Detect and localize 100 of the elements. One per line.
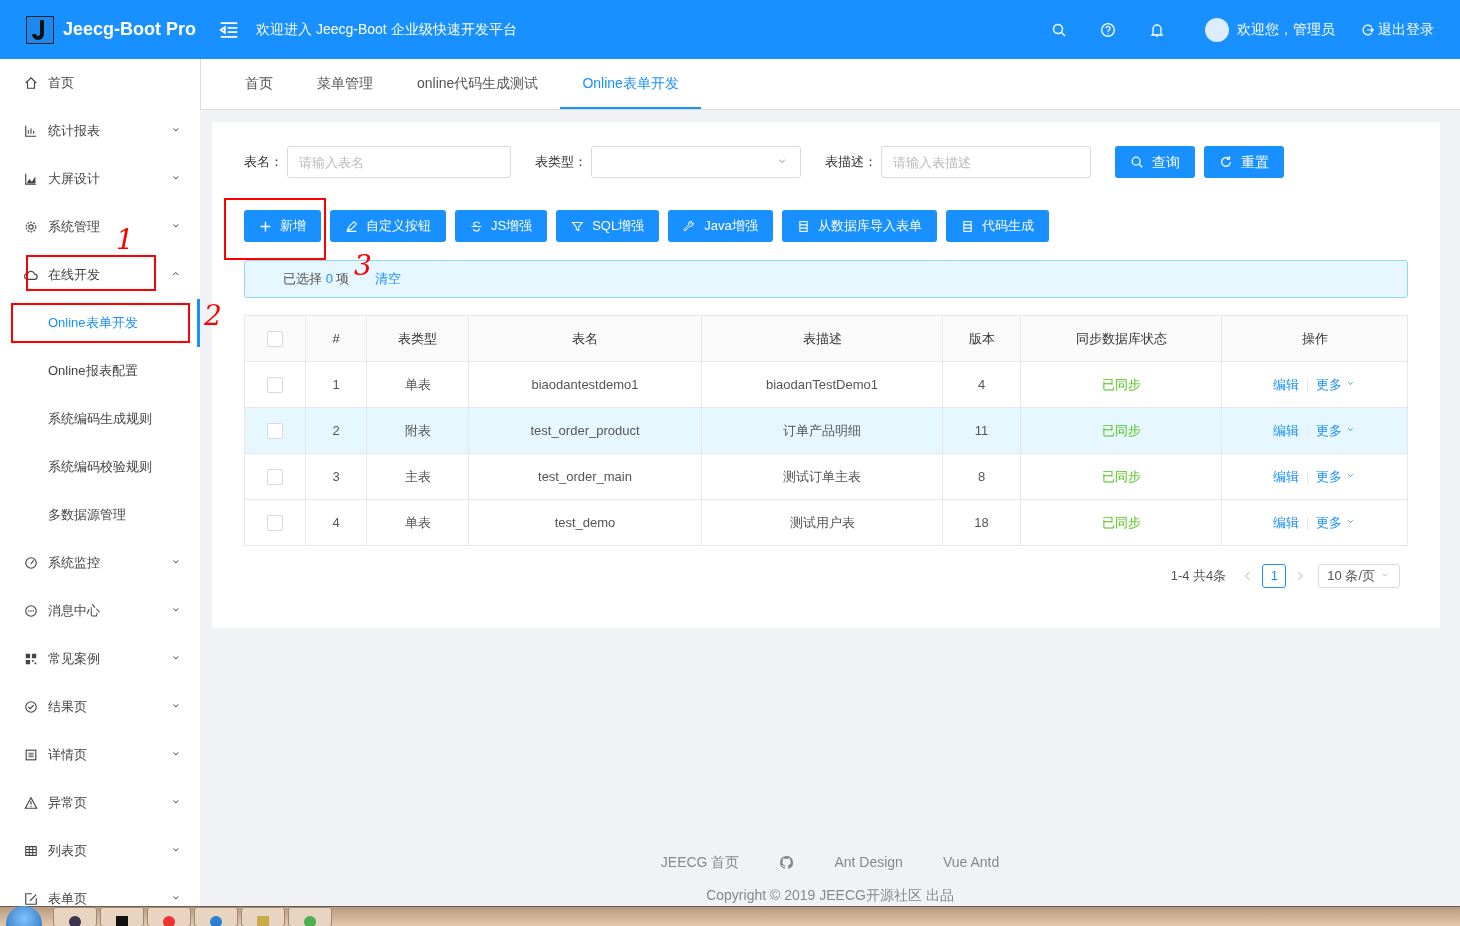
reset-button[interactable]: 重置	[1204, 146, 1284, 178]
github-icon[interactable]	[779, 855, 795, 870]
logout-link[interactable]: 退出登录	[1361, 19, 1434, 40]
add-button[interactable]: 新增	[244, 210, 321, 242]
table-cell: 2	[332, 422, 340, 438]
table-cell: 测试订单主表	[783, 468, 861, 484]
edit-link[interactable]: 编辑	[1273, 374, 1299, 395]
input-field[interactable]: 请输入表名	[287, 146, 511, 178]
table-cell: 11	[974, 422, 989, 438]
copyright-text: Copyright © 2019 JEECG开源社区 出品	[706, 886, 954, 905]
sidebar-item[interactable]: 系统管理	[24, 217, 100, 237]
logo-icon	[26, 15, 54, 44]
reload-icon	[1219, 155, 1233, 169]
edit-link[interactable]: 编辑	[1273, 420, 1299, 441]
select-field[interactable]	[591, 146, 801, 178]
more-link[interactable]: 更多	[1316, 466, 1356, 487]
window-icon	[256, 913, 270, 926]
list-icon	[960, 219, 974, 233]
sql-button[interactable]: SQL增强	[556, 210, 660, 242]
sidebar-item[interactable]: 列表页	[24, 841, 87, 861]
sidebar-subitem[interactable]: Online报表配置	[0, 347, 200, 395]
sidebar-item[interactable]: 在线开发	[24, 265, 100, 285]
clear-link[interactable]: 清空	[375, 269, 402, 289]
input-field[interactable]: 请输入表描述	[881, 146, 1091, 178]
footer-link[interactable]: Vue Antd	[942, 852, 1000, 873]
js-button[interactable]: JS增强	[455, 210, 548, 242]
column-header: 表名	[468, 315, 702, 362]
chat-icon	[24, 604, 38, 618]
taskbar-app[interactable]	[53, 906, 97, 926]
area-chart-icon	[24, 172, 38, 186]
table-cell: test_order_main	[538, 468, 632, 484]
column-header: 表类型	[366, 315, 469, 362]
custom-button-button[interactable]: 自定义按钮	[330, 210, 446, 242]
generate-code-button[interactable]: 代码生成	[945, 210, 1049, 242]
app-icon	[303, 913, 317, 926]
table-cell: 3	[332, 468, 340, 484]
more-link[interactable]: 更多	[1316, 512, 1356, 533]
table-cell: 订单产品明细	[783, 422, 861, 438]
grid-squares-icon	[24, 652, 38, 666]
strikethrough-icon	[470, 219, 483, 233]
java-button[interactable]: Java增强	[668, 210, 773, 242]
search-icon	[1130, 155, 1144, 169]
edit-link[interactable]: 编辑	[1273, 466, 1299, 487]
annotation-number: 3	[354, 252, 372, 280]
checkbox[interactable]	[267, 377, 283, 394]
sidebar-item[interactable]: 异常页	[24, 793, 87, 813]
welcome-text: 欢迎进入 Jeecg-Boot 企业级快速开发平台	[256, 20, 517, 39]
more-link[interactable]: 更多	[1316, 374, 1356, 395]
status-text: 已同步	[1101, 376, 1141, 392]
sidebar-item[interactable]: 统计报表	[24, 121, 100, 141]
sidebar-item[interactable]: 首页	[24, 73, 74, 93]
tab[interactable]: online代码生成测试	[395, 59, 561, 109]
table-cell: 4	[977, 376, 986, 392]
pen-icon	[345, 219, 358, 233]
help-icon[interactable]	[1100, 21, 1116, 38]
footer-link[interactable]: JEECG 首页	[660, 852, 740, 873]
user-name[interactable]: 欢迎您，管理员	[1237, 19, 1335, 40]
field-label: 表描述：	[825, 153, 877, 172]
tab[interactable]: Online表单开发	[560, 59, 701, 109]
taskbar-app[interactable]	[100, 906, 144, 926]
avatar[interactable]	[1205, 17, 1229, 42]
status-text: 已同步	[1101, 468, 1141, 484]
sidebar-item[interactable]: 结果页	[24, 697, 87, 717]
window-icon	[115, 913, 129, 926]
sidebar-item[interactable]: 详情页	[24, 745, 87, 765]
status-text: 已同步	[1101, 422, 1141, 438]
pagination-summary: 1-4 共4条	[1170, 567, 1227, 586]
filter-icon	[571, 219, 585, 233]
checkbox[interactable]	[267, 423, 283, 440]
table-cell: 单表	[404, 376, 431, 392]
edit-icon	[24, 892, 38, 906]
more-link[interactable]: 更多	[1316, 420, 1356, 441]
checkbox[interactable]	[267, 331, 283, 348]
sidebar-item[interactable]: 系统监控	[24, 553, 100, 573]
sidebar-subitem[interactable]: 多数据源管理	[0, 491, 200, 539]
search-icon[interactable]	[1051, 21, 1067, 38]
field-label: 表名：	[244, 153, 283, 172]
page-size-select[interactable]: 10 条/页	[1318, 564, 1400, 588]
table-cell: 8	[977, 468, 986, 484]
sidebar-item[interactable]: 消息中心	[24, 601, 100, 621]
table-cell: test_demo	[554, 514, 616, 530]
check-circle-icon	[24, 700, 38, 714]
import-button[interactable]: 从数据库导入表单	[781, 210, 937, 242]
notification-icon[interactable]	[1149, 21, 1165, 38]
tab[interactable]: 菜单管理	[295, 59, 395, 109]
search-button[interactable]: 查询	[1115, 146, 1195, 178]
edit-link[interactable]: 编辑	[1273, 512, 1299, 533]
footer-link[interactable]: Ant Design	[834, 852, 903, 873]
tab[interactable]: 首页	[223, 59, 295, 109]
sidebar-item[interactable]: 常见案例	[24, 649, 100, 669]
sidebar-item[interactable]: 大屏设计	[24, 169, 100, 189]
plus-icon	[259, 219, 272, 233]
checkbox[interactable]	[267, 469, 283, 486]
table-cell: 18	[974, 514, 989, 530]
sidebar-subitem[interactable]: 系统编码校验规则	[0, 443, 200, 491]
checkbox[interactable]	[267, 515, 283, 532]
page-button[interactable]: 1	[1262, 564, 1287, 588]
sidebar-subitem[interactable]: 系统编码生成规则	[0, 395, 200, 443]
sidebar-item[interactable]: 表单页	[24, 889, 87, 906]
table-icon	[24, 844, 38, 858]
